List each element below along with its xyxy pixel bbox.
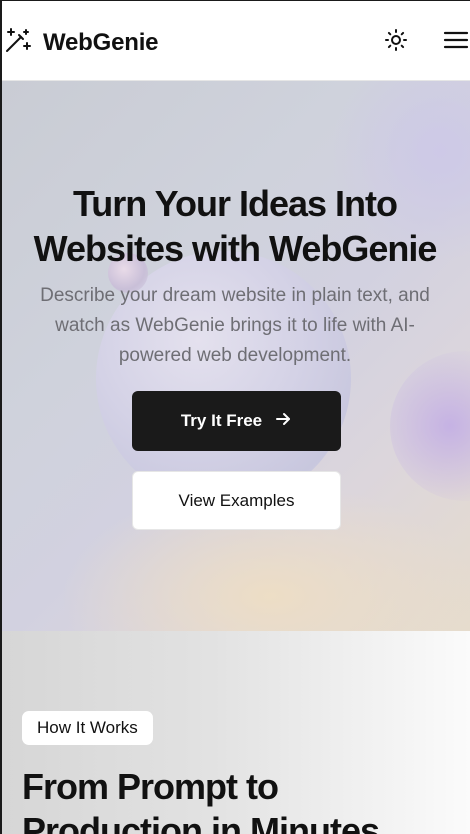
left-edge-rule xyxy=(0,0,2,834)
sun-icon xyxy=(384,28,408,55)
try-it-free-label: Try It Free xyxy=(180,411,263,430)
arrow-right-icon xyxy=(262,410,292,433)
hero-background-blob xyxy=(390,351,470,501)
badge-label: How It Works xyxy=(37,718,138,737)
theme-toggle-button[interactable] xyxy=(382,27,410,55)
brand-logo-link[interactable]: WebGenie xyxy=(4,26,159,59)
section-title: From Prompt to Production in Minutes xyxy=(22,766,380,834)
hero-subtitle: Describe your dream website in plain tex… xyxy=(40,285,430,366)
site-header: WebGenie xyxy=(0,0,470,81)
hamburger-menu-icon xyxy=(443,28,469,55)
menu-button[interactable] xyxy=(442,27,470,55)
view-examples-button[interactable]: View Examples xyxy=(132,471,341,530)
view-examples-label: View Examples xyxy=(178,490,295,510)
top-edge-rule xyxy=(0,0,470,1)
brand-name: WebGenie xyxy=(43,28,159,56)
how-it-works-section: How It Works From Prompt to Production i… xyxy=(0,631,470,834)
hero-title: Turn Your Ideas Into Websites with WebGe… xyxy=(33,183,438,269)
how-it-works-badge: How It Works xyxy=(22,711,153,745)
try-it-free-button[interactable]: Try It Free xyxy=(132,391,341,451)
magic-wand-icon xyxy=(4,26,32,59)
hero-section: Turn Your Ideas Into Websites with WebGe… xyxy=(0,81,470,631)
